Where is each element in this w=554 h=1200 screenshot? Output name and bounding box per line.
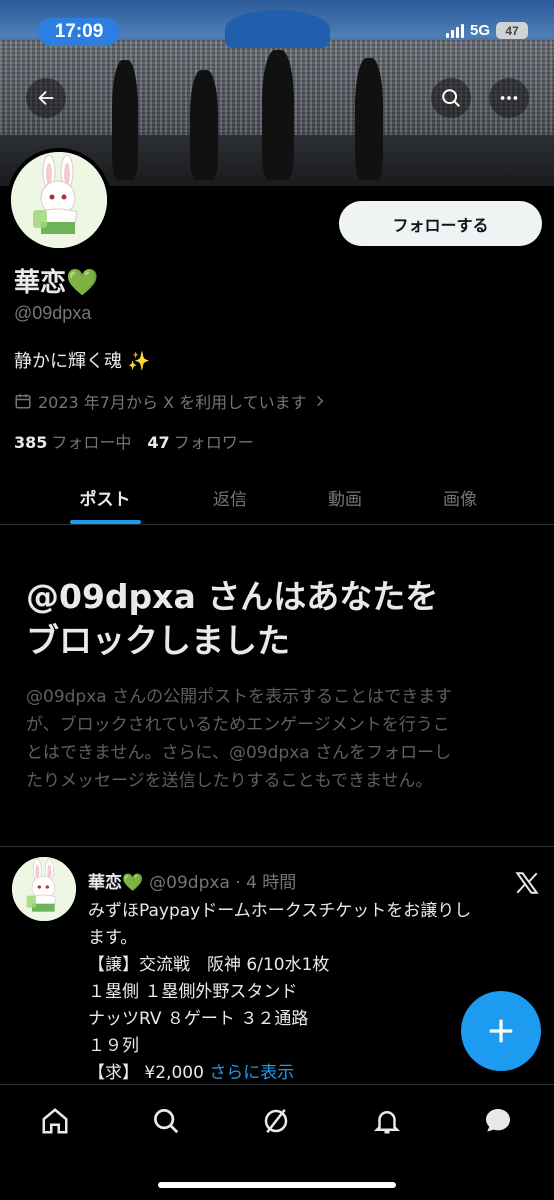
notifications-icon — [373, 1111, 401, 1134]
home-icon — [42, 1108, 68, 1134]
avatar-image — [11, 152, 107, 248]
bunny-avatar-icon — [12, 857, 76, 921]
nav-home[interactable] — [35, 1101, 75, 1141]
profile-handle: @09dpxa — [14, 303, 92, 323]
banner-stage-roof — [225, 10, 330, 48]
search-icon — [154, 1109, 179, 1134]
post-avatar[interactable] — [12, 857, 76, 921]
post-author-name[interactable]: 華恋💚 — [88, 868, 143, 893]
show-more-link[interactable]: さらに表示 — [209, 1063, 294, 1083]
post-text-line: ます。 — [88, 928, 138, 948]
joined-date[interactable]: 2023 年7月から X を利用しています — [14, 389, 327, 413]
banner-performer — [112, 60, 138, 180]
blocked-description-line: たりメッセージを送信したりすることもできません。 — [26, 771, 433, 791]
battery-level: 47 — [505, 23, 519, 38]
post-text-line: みずほPaypayドームホークスチケットをお譲りし — [88, 901, 472, 921]
nav-messages[interactable] — [478, 1101, 518, 1141]
nav-grok[interactable] — [256, 1101, 296, 1141]
post-text-line: １塁側 １塁側外野スタンド — [88, 982, 298, 1002]
more-horizontal-icon — [500, 96, 518, 100]
following-count: 385 — [14, 433, 48, 452]
blocked-description-line: @09dpxa さんの公開ポストを表示することはできます — [26, 687, 453, 707]
blocked-title-line: @09dpxa さんはあなたを — [26, 577, 439, 616]
active-tab-indicator — [70, 520, 141, 524]
post-text-line: 【求】 ¥2,000 さらに表示 — [88, 1060, 538, 1086]
nav-notifications[interactable] — [367, 1101, 407, 1141]
banner-performer — [190, 70, 218, 180]
followers-count: 47 — [147, 433, 170, 452]
banner-performer — [262, 50, 294, 180]
following-label: フォロー中 — [51, 433, 132, 452]
bottom-navigation — [0, 1084, 554, 1200]
post-header: 華恋💚 @09dpxa · 4 時間 — [88, 868, 296, 893]
status-time: 17:09 — [38, 18, 120, 46]
banner-performer — [355, 58, 383, 180]
tab-images[interactable]: 画像 — [390, 470, 530, 525]
network-type: 5G — [469, 22, 490, 39]
follow-counts: 385 フォロー中 47 フォロワー — [14, 429, 254, 453]
post-text-line: 【譲】交流戦 阪神 6/10水1枚 — [88, 955, 330, 975]
plus-icon — [489, 1019, 513, 1043]
nav-search[interactable] — [146, 1101, 186, 1141]
status-indicators: 5G 47 — [445, 22, 528, 39]
followers-label: フォロワー — [173, 433, 254, 452]
bunny-avatar-icon — [11, 152, 107, 248]
arrow-left-icon — [38, 90, 54, 106]
followers-link[interactable]: 47 フォロワー — [147, 429, 253, 453]
home-indicator — [158, 1182, 396, 1188]
tab-posts[interactable]: ポスト — [35, 470, 175, 525]
blocked-description-line: とはできません。さらに、@09dpxa さんをフォローし — [26, 743, 452, 763]
profile-tabs: ポスト 返信 動画 画像 — [0, 470, 554, 525]
messages-icon — [486, 1109, 510, 1132]
back-button[interactable] — [26, 78, 66, 118]
chevron-right-icon — [316, 395, 324, 407]
more-button[interactable] — [489, 78, 529, 118]
joined-text: 2023 年7月から X を利用しています — [38, 393, 307, 412]
blocked-description-line: が、ブロックされているためエンゲージメントを行うこ — [26, 715, 450, 735]
signal-icon — [445, 23, 464, 38]
post-text-last: 【求】 ¥2,000 — [88, 1063, 210, 1083]
follow-button[interactable]: フォローする — [339, 201, 542, 246]
x-logo-icon — [515, 872, 539, 894]
grok-icon — [264, 1108, 288, 1134]
search-button[interactable] — [431, 78, 471, 118]
section-divider — [0, 846, 554, 847]
profile-bio: 静かに輝く魂 ✨ — [14, 351, 151, 372]
battery-icon: 47 — [496, 22, 528, 39]
post-meta: @09dpxa · 4 時間 — [149, 873, 297, 893]
calendar-icon — [15, 394, 31, 409]
search-icon — [442, 89, 460, 107]
blocked-title: @09dpxa さんはあなたを ブロックしました — [26, 575, 526, 663]
compose-button[interactable] — [461, 991, 541, 1071]
profile-avatar[interactable] — [7, 148, 111, 252]
blocked-description: @09dpxa さんの公開ポストを表示することはできます が、ブロックされている… — [26, 683, 531, 795]
profile-name: 華恋💚 — [14, 268, 99, 298]
blocked-title-line: ブロックしました — [26, 621, 290, 660]
following-link[interactable]: 385 フォロー中 — [14, 429, 131, 453]
